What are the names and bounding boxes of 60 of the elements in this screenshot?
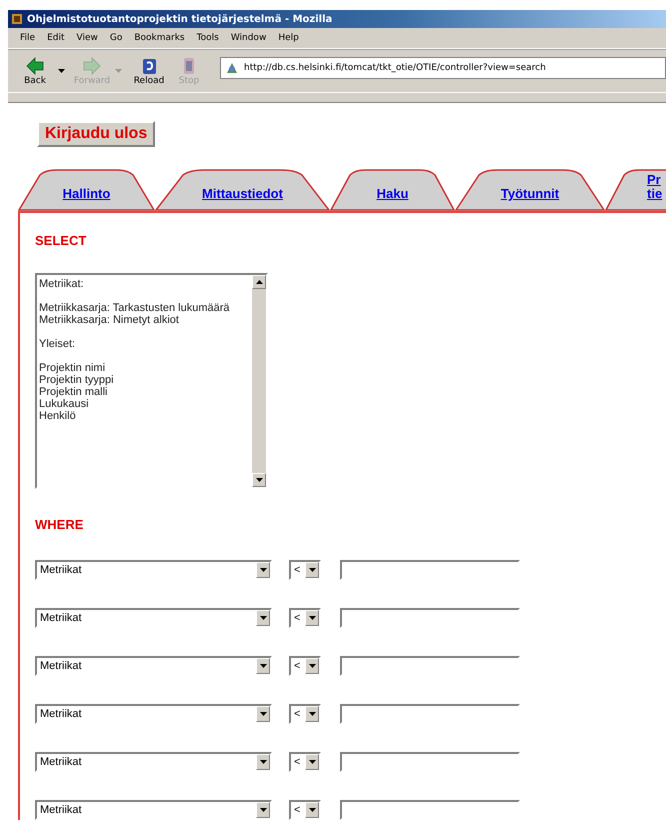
scroll-up-icon[interactable] (256, 280, 262, 284)
list-group-label: Metriikat: (39, 278, 85, 290)
app-icon (11, 13, 23, 25)
list-option[interactable]: Projektin tyyppi (39, 374, 250, 386)
menu-item[interactable]: Help (278, 33, 299, 43)
list-option[interactable]: Projektin nimi (39, 362, 250, 374)
dropdown-arrow-icon[interactable] (260, 616, 266, 620)
forward-arrow-icon (82, 56, 102, 76)
scroll-down-icon[interactable] (256, 478, 262, 482)
list-option[interactable]: Projektin malli (39, 386, 250, 398)
list-group-label: Yleiset: (39, 338, 76, 350)
operator-dropdown[interactable]: < (289, 656, 321, 676)
dropdown-arrow-icon[interactable] (308, 568, 316, 572)
operator-dropdown[interactable]: < (289, 608, 321, 628)
operator-dropdown[interactable]: < (289, 704, 321, 724)
menu-item[interactable]: File (20, 33, 36, 43)
list-option[interactable]: Henkilö (39, 410, 250, 422)
dropdown-arrow-icon[interactable] (260, 760, 266, 764)
menu-item[interactable]: Go (110, 33, 122, 43)
nav-tab[interactable]: Mittaustiedot (155, 169, 330, 211)
scrollbar[interactable] (252, 275, 266, 487)
menu-item[interactable]: Bookmarks (134, 33, 185, 43)
list-option[interactable]: Metriikkasarja: Nimetyt alkiot (39, 314, 250, 326)
field-dropdown[interactable]: Metriikat (35, 704, 272, 724)
dropdown-arrow-icon[interactable] (308, 664, 316, 668)
field-dropdown[interactable]: Metriikat (35, 560, 272, 580)
field-dropdown[interactable]: Metriikat (35, 800, 272, 820)
field-dropdown[interactable]: Metriikat (35, 656, 272, 676)
operator-dropdown[interactable]: < (289, 560, 321, 580)
operator-dropdown[interactable]: < (289, 800, 321, 820)
list-option[interactable]: Metriikkasarja: Tarkastusten lukumäärä (39, 302, 250, 314)
dropdown-arrow-icon[interactable] (260, 664, 266, 668)
dropdown-arrow-icon[interactable] (260, 568, 266, 572)
nav-tab[interactable]: Pr tie (605, 169, 666, 211)
section-heading: WHERE (35, 517, 84, 532)
menu-item[interactable]: View (76, 33, 98, 43)
field-dropdown[interactable]: Metriikat (35, 752, 272, 772)
menu-item[interactable]: Tools (196, 33, 219, 43)
dropdown-arrow-icon[interactable] (308, 808, 316, 812)
nav-tab[interactable]: Hallinto (18, 169, 155, 211)
dropdown-arrow-icon[interactable] (260, 808, 266, 812)
page-icon (225, 61, 239, 75)
dropdown-arrow-icon[interactable] (58, 69, 65, 73)
operator-dropdown[interactable]: < (289, 752, 321, 772)
toolbar-button[interactable]: Reload (132, 56, 166, 86)
dropdown-arrow-icon[interactable] (308, 616, 316, 620)
address-field[interactable]: http://db.cs.helsinki.fi/tomcat/tkt_otie/OTIE/controller?view=search (220, 57, 666, 79)
dropdown-arrow-icon[interactable] (308, 712, 316, 716)
dropdown-arrow-icon[interactable] (308, 760, 316, 764)
toolbar-button[interactable]: Back (18, 56, 52, 86)
back-arrow-icon (25, 56, 45, 76)
list-option[interactable]: Lukukausi (39, 398, 250, 410)
column-listbox[interactable]: Metriikat: Metriikkasarja: Tarkastusten lukumäärä Metriikkasarja: Nimetyt alkiot Yleiset: Projektin nimi Projektin tyyppi Projektin malli Lukukausi Henkilö (35, 273, 268, 489)
dropdown-arrow-icon[interactable] (260, 712, 266, 716)
menu-item[interactable]: Window (230, 33, 266, 43)
window-title: Ohjelmistotuotantoprojektin tietojärjestelmä - Mozilla (27, 14, 332, 24)
nav-tab[interactable]: Haku (330, 169, 455, 211)
section-heading: SELECT (35, 233, 88, 248)
field-dropdown[interactable]: Metriikat (35, 608, 272, 628)
menu-item[interactable]: Edit (47, 33, 64, 43)
